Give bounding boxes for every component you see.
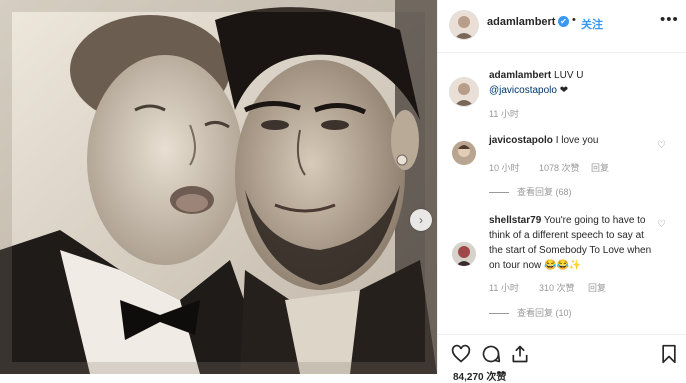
heart-emoji: ❤ bbox=[559, 85, 569, 96]
caption-avatar[interactable] bbox=[450, 78, 478, 106]
follow-button[interactable]: 关注 bbox=[581, 16, 603, 32]
comment-body: I love you bbox=[555, 135, 599, 146]
comment-username[interactable]: shellstar79 bbox=[489, 215, 541, 226]
post-image bbox=[0, 0, 437, 374]
heart-icon bbox=[451, 344, 471, 363]
more-options-icon[interactable]: ••• bbox=[660, 11, 679, 28]
comment-time[interactable]: 10 小时 bbox=[489, 161, 520, 174]
post-header: adamlambert ✔ • 关注 ••• bbox=[438, 0, 686, 53]
post-photo[interactable]: › bbox=[0, 0, 437, 374]
view-replies-label: 查看回复 (68) bbox=[517, 187, 572, 197]
comment-reply-button[interactable]: 回复 bbox=[588, 281, 606, 294]
author-avatar[interactable] bbox=[450, 11, 478, 39]
avatar-image bbox=[452, 141, 476, 165]
comment-text: javicostapolo I love you bbox=[489, 133, 659, 148]
share-icon bbox=[512, 345, 528, 363]
bookmark-icon bbox=[662, 344, 676, 364]
like-button[interactable] bbox=[450, 343, 472, 365]
caption-mention-link[interactable]: @javicostapolo bbox=[489, 85, 557, 96]
share-button[interactable] bbox=[509, 343, 531, 365]
comment-icon bbox=[482, 345, 501, 363]
like-comment-icon[interactable]: ♡ bbox=[657, 219, 666, 230]
avatar-image bbox=[450, 78, 478, 106]
comment-time[interactable]: 11 小时 bbox=[489, 281, 519, 294]
next-photo-button[interactable]: › bbox=[410, 209, 432, 231]
view-replies-line bbox=[489, 313, 509, 315]
caption-username[interactable]: adamlambert bbox=[489, 70, 551, 81]
caption-body: LUV U bbox=[554, 70, 584, 81]
comment-likes[interactable]: 1078 次赞 bbox=[539, 161, 580, 174]
comment-button[interactable] bbox=[480, 343, 502, 365]
likes-count[interactable]: 84,270 次赞 bbox=[453, 368, 506, 383]
commenter-avatar[interactable] bbox=[452, 242, 476, 266]
view-replies-button[interactable]: 查看回复 (68) bbox=[489, 185, 572, 198]
comment-text: shellstar79 You're going to have to thin… bbox=[489, 213, 654, 273]
like-comment-icon[interactable]: ♡ bbox=[657, 140, 666, 151]
comment-likes[interactable]: 310 次赞 bbox=[539, 281, 575, 294]
avatar-image bbox=[452, 242, 476, 266]
view-replies-button[interactable]: 查看回复 (10) bbox=[489, 306, 572, 319]
avatar-image bbox=[450, 11, 478, 39]
commenter-avatar[interactable] bbox=[452, 141, 476, 165]
comment-username[interactable]: javicostapolo bbox=[489, 135, 553, 146]
post-details-panel: adamlambert ✔ • 关注 ••• adamlambert LUV U… bbox=[437, 0, 686, 383]
chevron-right-icon: › bbox=[419, 213, 423, 227]
comment-reply-button[interactable]: 回复 bbox=[591, 161, 609, 174]
view-replies-line bbox=[489, 192, 509, 194]
verified-badge-icon: ✔ bbox=[558, 16, 569, 27]
save-button[interactable] bbox=[658, 343, 680, 365]
caption-text: adamlambert LUV U @javicostapolo ❤ bbox=[489, 68, 674, 98]
author-username[interactable]: adamlambert bbox=[487, 16, 555, 28]
header-separator: • bbox=[572, 14, 576, 26]
view-replies-label: 查看回复 (10) bbox=[517, 308, 572, 318]
caption-time[interactable]: 11 小时 bbox=[489, 107, 519, 120]
